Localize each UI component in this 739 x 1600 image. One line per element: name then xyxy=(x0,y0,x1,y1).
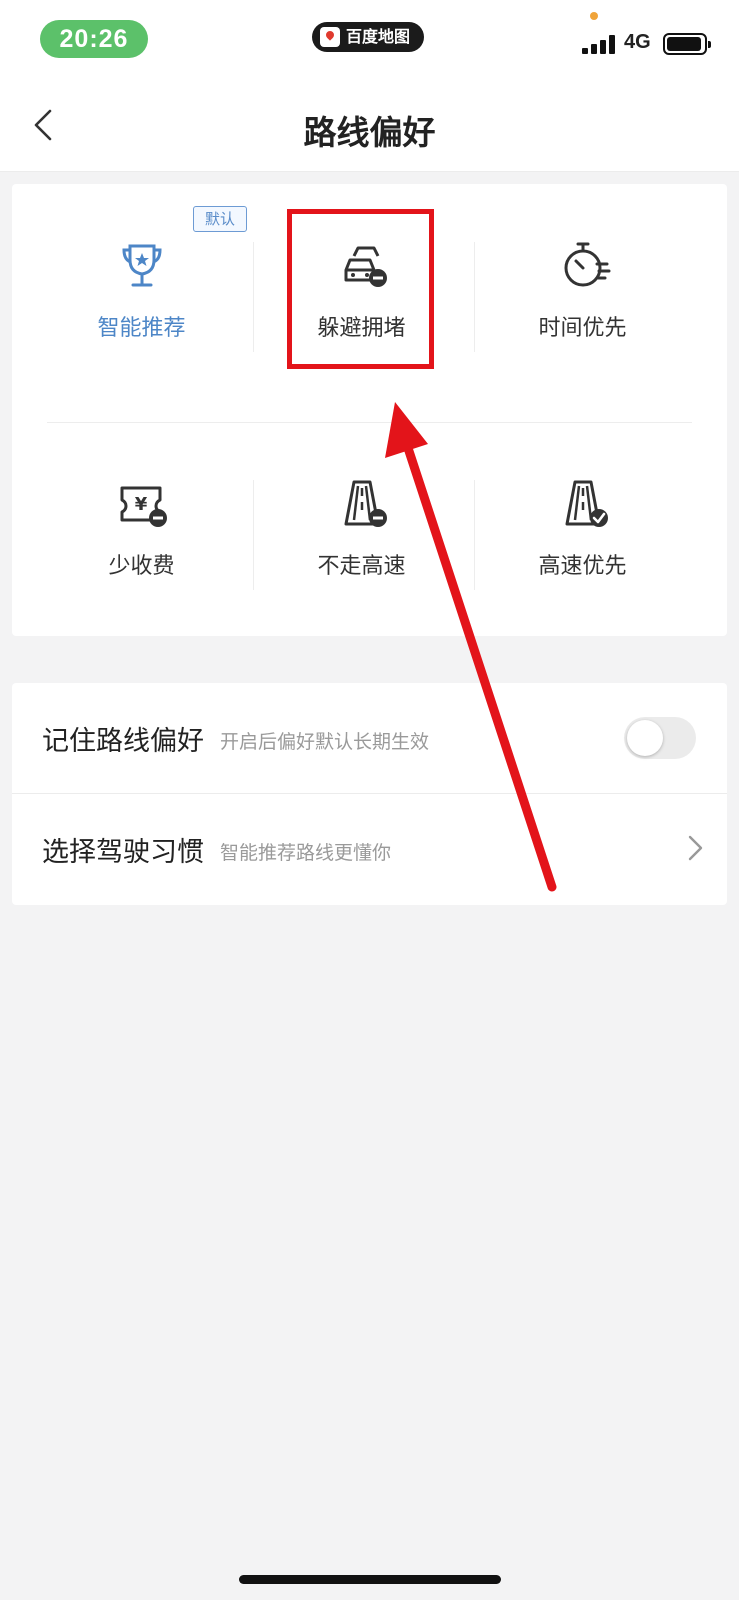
toll-ticket-icon: ¥ xyxy=(120,486,167,527)
pref-avoid-highway[interactable]: 不走高速 xyxy=(249,474,474,580)
home-indicator[interactable] xyxy=(239,1575,501,1584)
navigation-bar: 路线偏好 xyxy=(0,80,739,172)
highway-avoid-icon xyxy=(344,480,387,527)
stopwatch-icon xyxy=(564,242,610,287)
remember-preference-subtitle: 开启后偏好默认长期生效 xyxy=(220,731,430,753)
status-bar: 20:26 百度地图 4G xyxy=(0,0,739,80)
pref-highway-priority[interactable]: 高速优先 xyxy=(470,474,695,580)
signal-strength-icon xyxy=(582,34,616,54)
remember-preference-title: 记住路线偏好 xyxy=(42,726,204,757)
pref-label: 高速优先 xyxy=(538,554,627,579)
network-type: 4G xyxy=(624,31,651,53)
app-indicator-label: 百度地图 xyxy=(346,27,411,46)
pref-label: 时间优先 xyxy=(538,316,627,341)
baidu-map-logo-icon xyxy=(320,27,340,47)
driving-habit-row[interactable]: 选择驾驶习惯 智能推荐路线更懂你 xyxy=(12,794,727,904)
pref-label: 智能推荐 xyxy=(97,316,186,341)
highlight-box xyxy=(287,209,434,369)
pref-smart-recommend[interactable]: 智能推荐 xyxy=(29,236,254,342)
app-indicator[interactable]: 百度地图 xyxy=(312,22,424,52)
remember-preference-toggle[interactable] xyxy=(624,717,696,759)
chevron-right-icon xyxy=(688,835,703,861)
svg-text:¥: ¥ xyxy=(134,494,147,515)
remember-preference-row: 记住路线偏好 开启后偏好默认长期生效 xyxy=(12,683,727,793)
settings-panel: 记住路线偏好 开启后偏好默认长期生效 选择驾驶习惯 智能推荐路线更懂你 xyxy=(12,683,727,905)
status-time: 20:26 xyxy=(40,20,148,58)
toggle-knob xyxy=(627,720,663,756)
privacy-indicator-dot xyxy=(590,12,598,20)
page-title: 路线偏好 xyxy=(303,113,436,152)
row-divider xyxy=(47,422,692,423)
driving-habit-subtitle: 智能推荐路线更懂你 xyxy=(220,842,392,864)
route-preference-panel: 默认 智能推荐 躲避拥堵 时间优先 ¥ 少收费 不走高速 高速优先 xyxy=(12,184,727,636)
highway-prefer-icon xyxy=(565,480,608,527)
pref-label: 不走高速 xyxy=(317,554,406,579)
pref-time-priority[interactable]: 时间优先 xyxy=(470,236,695,342)
pref-label: 少收费 xyxy=(108,554,175,579)
default-badge: 默认 xyxy=(193,206,247,232)
pref-less-toll[interactable]: ¥ 少收费 xyxy=(29,474,254,580)
battery-icon xyxy=(663,33,711,55)
trophy-icon xyxy=(121,244,162,287)
driving-habit-title: 选择驾驶习惯 xyxy=(42,837,204,868)
